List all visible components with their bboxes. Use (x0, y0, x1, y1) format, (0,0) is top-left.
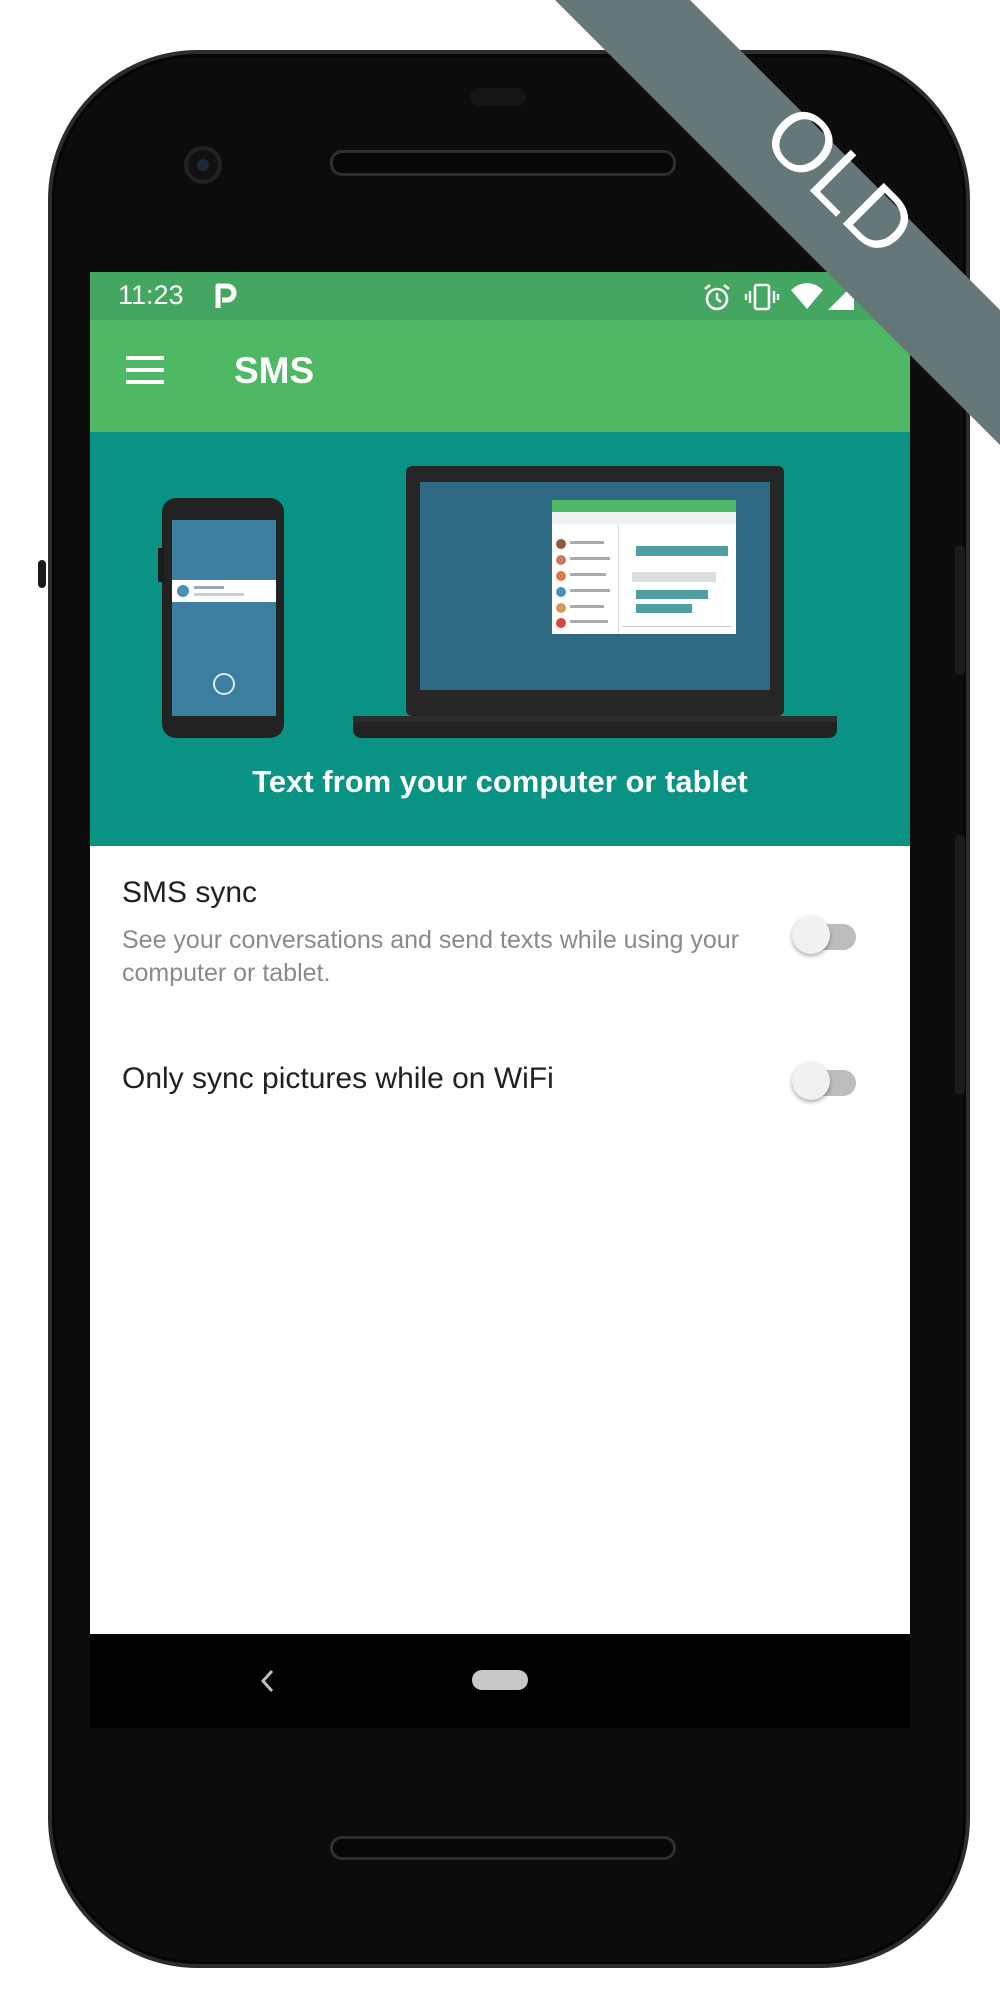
parking-app-icon (215, 283, 237, 308)
left-side-button (38, 560, 46, 588)
sms-sync-setting-row[interactable]: SMS sync See your conversations and send… (90, 846, 910, 996)
devices-illustration (158, 466, 837, 738)
volume-button (955, 835, 965, 1095)
home-pill-button[interactable] (472, 1670, 528, 1690)
sms-sync-toggle[interactable] (792, 916, 856, 954)
wifi-icon (791, 283, 823, 309)
wifi-pictures-title: Only sync pictures while on WiFi (122, 1062, 554, 1095)
hamburger-menu-icon[interactable] (126, 356, 164, 386)
back-icon[interactable] (258, 1668, 278, 1694)
power-button (955, 545, 965, 675)
app-bar: SMS (90, 320, 910, 432)
status-time: 11:23 (118, 280, 184, 310)
front-camera (184, 146, 222, 184)
top-speaker-grille (330, 150, 676, 176)
wifi-pictures-setting-row[interactable]: Only sync pictures while on WiFi (90, 1036, 910, 1146)
wifi-pictures-toggle[interactable] (792, 1062, 856, 1100)
page-title: SMS (234, 350, 315, 391)
sms-sync-title: SMS sync (122, 876, 258, 909)
navigation-bar (90, 1634, 910, 1728)
hero-banner: Text from your computer or tablet (90, 432, 910, 846)
sms-sync-description: See your conversations and send texts wh… (122, 926, 740, 987)
vibrate-icon (744, 283, 780, 311)
alarm-icon (704, 283, 730, 311)
hero-caption: Text from your computer or tablet (252, 764, 748, 799)
cell-signal-icon (828, 284, 854, 310)
status-bar: 11:23 (90, 272, 910, 320)
screen: 11:23 SMS Text from your computer or tab… (90, 272, 910, 1728)
earpiece (470, 88, 526, 106)
bottom-speaker-grille (330, 1836, 676, 1860)
